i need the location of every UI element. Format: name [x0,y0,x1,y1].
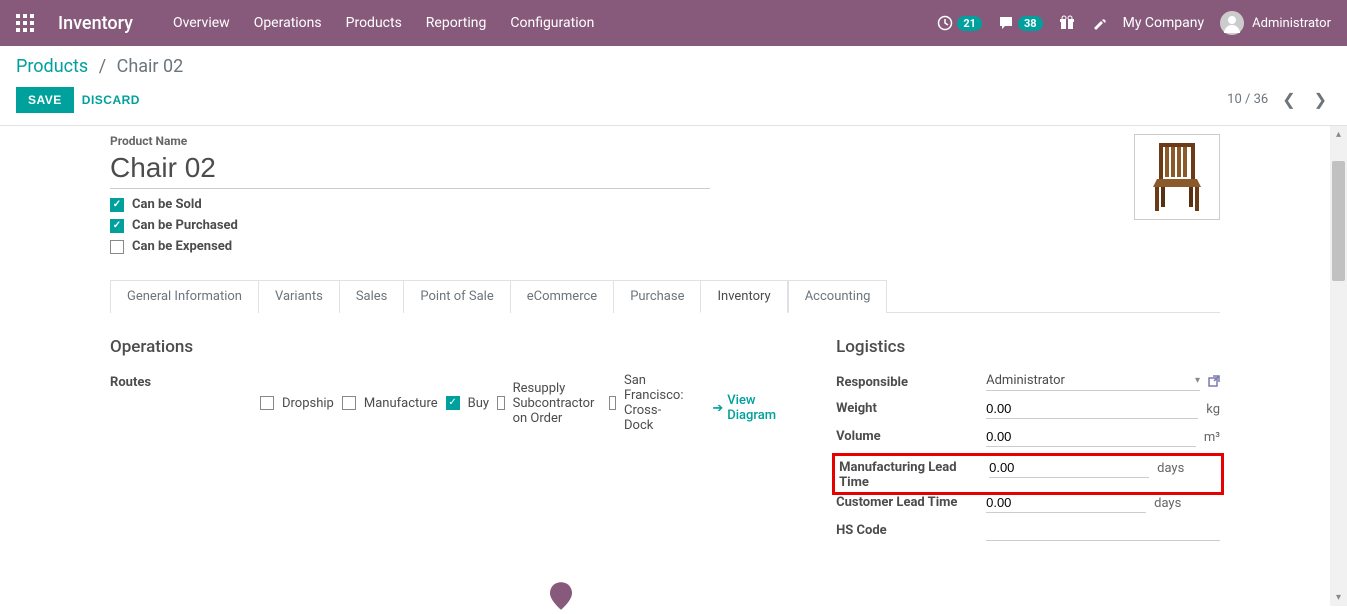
tab-inventory[interactable]: Inventory [700,280,787,313]
pager-next-icon[interactable]: ❯ [1310,86,1331,113]
can-be-sold-label: Can be Sold [132,197,202,212]
product-name-label: Product Name [110,134,710,148]
form-sheet: Product Name Can be Sold Can be Purchase… [0,126,1330,606]
logistics-section: Logistics Responsible Administrator ▾ [836,337,1220,549]
map-pin-icon [550,582,572,610]
tab-accounting[interactable]: Accounting [788,280,888,313]
menu-overview[interactable]: Overview [173,15,230,31]
control-bar: Products / Chair 02 SAVE DISCARD 10 / 36… [0,46,1347,126]
route-dropship-label: Dropship [282,396,334,411]
top-nav: Inventory Overview Operations Products R… [0,0,1347,46]
route-dropship-checkbox[interactable] [260,396,274,410]
weight-label: Weight [836,399,986,416]
breadcrumb: Products / Chair 02 [16,56,183,77]
route-manufacture-label: Manufacture [364,396,438,411]
tab-variants[interactable]: Variants [258,280,339,313]
volume-label: Volume [836,427,986,444]
view-diagram-link[interactable]: ➔ View Diagram [712,393,776,423]
pager-position[interactable]: 10 / 36 [1227,92,1268,107]
can-be-expensed-checkbox[interactable] [110,240,124,254]
can-be-purchased-label: Can be Purchased [132,218,238,233]
tab-sales[interactable]: Sales [339,280,404,313]
can-be-sold-checkbox[interactable] [110,198,124,212]
activity-icon[interactable]: 21 [937,15,982,31]
chevron-down-icon: ▾ [1195,375,1200,386]
responsible-value: Administrator [986,373,1187,388]
clt-unit: days [1154,496,1181,511]
arrow-right-icon: ➔ [712,401,723,416]
responsible-select[interactable]: Administrator ▾ [986,373,1200,391]
tab-point-of-sale[interactable]: Point of Sale [403,280,509,313]
clt-input[interactable] [986,493,1146,513]
route-buy-checkbox[interactable] [446,396,460,410]
can-be-expensed-label: Can be Expensed [132,239,232,254]
operations-title: Operations [110,337,776,357]
routes-label: Routes [110,373,260,390]
route-crossdock-label: San Francisco: Cross-Dock [624,373,690,433]
messages-badge: 38 [1018,16,1043,31]
user-menu[interactable]: Administrator [1220,11,1331,35]
save-button[interactable]: SAVE [16,87,74,113]
mlt-label: Manufacturing Lead Time [839,458,989,490]
hs-code-input[interactable] [986,521,1220,541]
mlt-input[interactable] [989,458,1149,478]
menu-operations[interactable]: Operations [254,15,322,31]
external-link-icon[interactable] [1208,375,1220,390]
weight-unit: kg [1206,402,1220,417]
user-name: Administrator [1252,16,1331,31]
volume-unit: m³ [1204,430,1220,445]
tabs: General Information Variants Sales Point… [110,280,1220,313]
messages-icon[interactable]: 38 [998,15,1043,31]
discard-button[interactable]: DISCARD [82,93,140,107]
main-menu: Overview Operations Products Reporting C… [173,15,937,31]
mlt-unit: days [1157,461,1184,476]
route-resupply-label: Resupply Subcontractor on Order [513,381,601,426]
scroll-down-icon[interactable]: ▾ [1330,589,1347,606]
pager: 10 / 36 ❮ ❯ [1227,86,1331,113]
tools-icon[interactable] [1091,15,1107,31]
menu-reporting[interactable]: Reporting [426,15,487,31]
apps-icon[interactable] [16,14,34,32]
tab-ecommerce[interactable]: eCommerce [510,280,613,313]
responsible-label: Responsible [836,373,986,390]
route-crossdock-checkbox[interactable] [609,396,616,410]
can-be-purchased-checkbox[interactable] [110,219,124,233]
menu-products[interactable]: Products [346,15,402,31]
product-image[interactable] [1134,134,1220,220]
activity-badge: 21 [957,16,982,31]
vertical-scrollbar[interactable]: ▴ ▾ [1330,126,1347,606]
scrollbar-thumb[interactable] [1332,161,1345,281]
logistics-title: Logistics [836,337,1220,357]
operations-section: Operations Routes Dropship Manufacture B… [110,337,776,549]
app-title[interactable]: Inventory [58,13,133,34]
pager-prev-icon[interactable]: ❮ [1278,86,1299,113]
route-buy-label: Buy [468,396,489,411]
scroll-up-icon[interactable]: ▴ [1330,126,1347,143]
volume-input[interactable] [986,427,1196,447]
clt-label: Customer Lead Time [836,493,986,510]
gift-icon[interactable] [1059,15,1075,31]
manufacturing-lead-time-highlight: Manufacturing Lead Time days [832,453,1224,495]
product-name-input[interactable] [110,148,710,189]
menu-configuration[interactable]: Configuration [510,15,594,31]
tab-purchase[interactable]: Purchase [613,280,700,313]
company-name[interactable]: My Company [1123,15,1205,31]
breadcrumb-current: Chair 02 [117,56,184,77]
avatar-icon [1220,11,1244,35]
hs-code-label: HS Code [836,521,986,538]
route-resupply-checkbox[interactable] [497,396,505,410]
route-manufacture-checkbox[interactable] [342,396,356,410]
weight-input[interactable] [986,399,1198,419]
breadcrumb-root[interactable]: Products [16,56,88,77]
tab-general-information[interactable]: General Information [110,280,258,313]
